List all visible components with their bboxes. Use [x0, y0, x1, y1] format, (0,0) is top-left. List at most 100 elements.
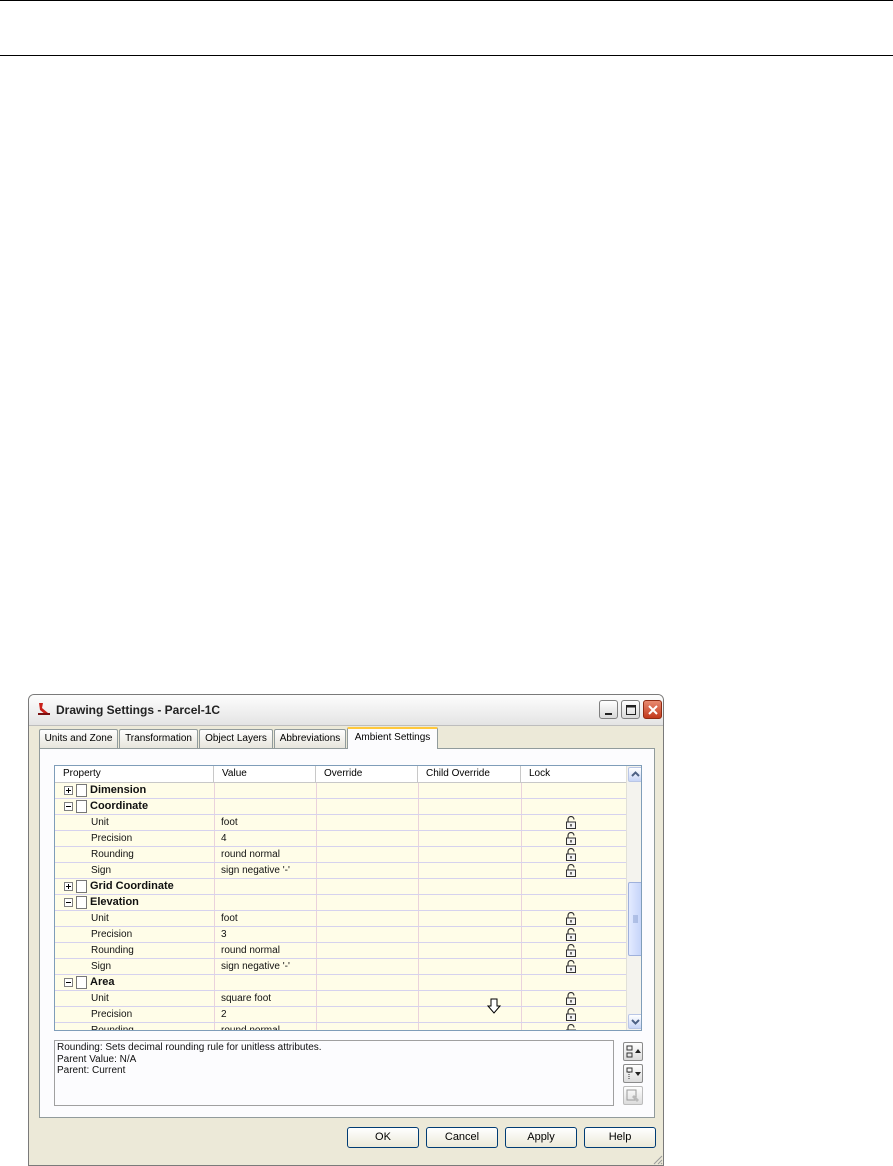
- help-button[interactable]: Help: [584, 1127, 656, 1148]
- group-row[interactable]: Dimension: [55, 783, 626, 799]
- category-page-icon: [76, 880, 87, 893]
- property-label: Precision: [91, 833, 133, 844]
- column-divider: [521, 943, 522, 958]
- vertical-scrollbar[interactable]: [626, 766, 641, 1030]
- column-divider: [521, 991, 522, 1006]
- tab-object-layers[interactable]: Object Layers: [199, 729, 273, 748]
- property-value[interactable]: square foot: [221, 991, 271, 1006]
- resize-grip-icon[interactable]: [651, 1153, 663, 1165]
- apply-button[interactable]: Apply: [505, 1127, 577, 1148]
- column-divider: [316, 1007, 317, 1022]
- column-divider: [521, 959, 522, 974]
- padlock-open-icon[interactable]: [565, 1024, 577, 1031]
- column-header-child-override[interactable]: Child Override: [418, 766, 521, 782]
- title-bar[interactable]: Drawing Settings - Parcel-1C: [29, 695, 663, 726]
- property-row[interactable]: Rounding round normal: [55, 943, 626, 959]
- column-header-override[interactable]: Override: [316, 766, 418, 782]
- collapse-toggle[interactable]: [64, 802, 73, 811]
- column-divider: [316, 1023, 317, 1030]
- column-divider: [214, 911, 215, 926]
- top-rule: [0, 0, 893, 1]
- column-divider: [316, 975, 317, 990]
- column-divider: [316, 831, 317, 846]
- property-row[interactable]: Unit square foot: [55, 991, 626, 1007]
- property-label: Precision: [91, 1009, 133, 1020]
- tab-ambient-settings[interactable]: Ambient Settings: [347, 727, 438, 749]
- property-label: Rounding: [91, 1025, 134, 1031]
- property-row[interactable]: Unit foot: [55, 815, 626, 831]
- column-divider: [214, 1023, 215, 1030]
- property-row[interactable]: Unit foot: [55, 911, 626, 927]
- collapse-all-button[interactable]: [623, 1064, 643, 1083]
- collapse-toggle[interactable]: [64, 898, 73, 907]
- property-value[interactable]: 4: [221, 831, 227, 846]
- column-header-value[interactable]: Value: [214, 766, 316, 782]
- column-header-property[interactable]: Property: [55, 766, 214, 782]
- column-divider: [521, 927, 522, 942]
- property-value[interactable]: sign negative '-': [221, 863, 290, 878]
- group-row[interactable]: Grid Coordinate: [55, 879, 626, 895]
- column-divider: [214, 1007, 215, 1022]
- expand-all-button[interactable]: [623, 1042, 643, 1061]
- padlock-open-icon[interactable]: [565, 944, 577, 957]
- padlock-open-icon[interactable]: [565, 912, 577, 925]
- property-row[interactable]: Precision 3: [55, 927, 626, 943]
- property-value[interactable]: round normal: [221, 1023, 280, 1030]
- property-value[interactable]: round normal: [221, 847, 280, 862]
- property-row[interactable]: Precision 4: [55, 831, 626, 847]
- column-divider: [418, 991, 419, 1006]
- group-row[interactable]: Area: [55, 975, 626, 991]
- expand-toggle[interactable]: [64, 882, 73, 891]
- collapse-toggle[interactable]: [64, 978, 73, 987]
- property-row[interactable]: Precision 2: [55, 1007, 626, 1023]
- column-divider: [316, 959, 317, 974]
- category-page-icon: [76, 800, 87, 813]
- padlock-open-icon[interactable]: [565, 960, 577, 973]
- property-label: Rounding: [91, 849, 134, 860]
- padlock-open-icon[interactable]: [565, 928, 577, 941]
- property-value[interactable]: foot: [221, 815, 238, 830]
- ok-button[interactable]: OK: [347, 1127, 419, 1148]
- column-divider: [316, 943, 317, 958]
- category-page-icon: [76, 976, 87, 989]
- property-value[interactable]: round normal: [221, 943, 280, 958]
- close-button[interactable]: [643, 700, 662, 719]
- property-label: Unit: [91, 817, 109, 828]
- minimize-button[interactable]: [599, 700, 618, 719]
- maximize-button[interactable]: [621, 700, 640, 719]
- property-row[interactable]: Sign sign negative '-': [55, 863, 626, 879]
- property-value[interactable]: 3: [221, 927, 227, 942]
- tab-transformation[interactable]: Transformation: [119, 729, 198, 748]
- property-label: Sign: [91, 961, 112, 972]
- column-divider: [214, 847, 215, 862]
- tab-units-and-zone[interactable]: Units and Zone: [39, 729, 118, 748]
- scroll-thumb[interactable]: [628, 882, 641, 956]
- property-row[interactable]: Rounding round normal: [55, 847, 626, 863]
- property-row[interactable]: Sign sign negative '-': [55, 959, 626, 975]
- column-divider: [316, 863, 317, 878]
- collapse-tree-icon: [626, 1067, 641, 1079]
- padlock-open-icon[interactable]: [565, 832, 577, 845]
- property-label: Precision: [91, 929, 133, 940]
- expand-toggle[interactable]: [64, 786, 73, 795]
- property-label: Unit: [91, 993, 109, 1004]
- column-divider: [214, 783, 215, 798]
- scroll-up-button[interactable]: [628, 767, 641, 782]
- property-value[interactable]: foot: [221, 911, 238, 926]
- scroll-down-button[interactable]: [628, 1014, 641, 1029]
- property-value[interactable]: 2: [221, 1007, 227, 1022]
- tab-abbreviations[interactable]: Abbreviations: [274, 729, 346, 748]
- padlock-open-icon[interactable]: [565, 816, 577, 829]
- padlock-open-icon[interactable]: [565, 1008, 577, 1021]
- property-value[interactable]: sign negative '-': [221, 959, 290, 974]
- group-row[interactable]: Coordinate: [55, 799, 626, 815]
- padlock-open-icon[interactable]: [565, 992, 577, 1005]
- group-row[interactable]: Elevation: [55, 895, 626, 911]
- padlock-open-icon[interactable]: [565, 864, 577, 877]
- property-row[interactable]: Rounding round normal: [55, 1023, 626, 1031]
- column-header-lock[interactable]: Lock: [521, 766, 626, 782]
- grid-header: Property Value Override Child Override L…: [55, 766, 626, 783]
- header-rule: [0, 55, 893, 56]
- padlock-open-icon[interactable]: [565, 848, 577, 861]
- cancel-button[interactable]: Cancel: [426, 1127, 498, 1148]
